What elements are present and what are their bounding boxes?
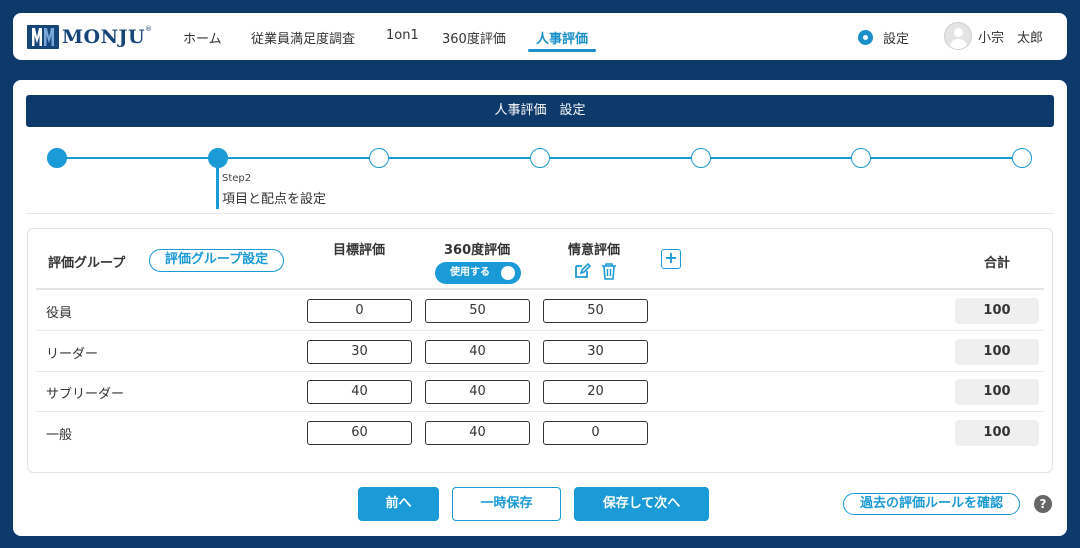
nav-item-home[interactable]: ホーム xyxy=(183,28,222,47)
nav-item-hr-evaluation[interactable]: 人事評価 xyxy=(536,28,588,47)
360-score-input[interactable]: 40 xyxy=(425,380,530,404)
360-score-input[interactable]: 50 xyxy=(425,299,530,323)
temp-save-button[interactable]: 一時保存 xyxy=(452,487,561,521)
column-header-goal-evaluation: 目標評価 xyxy=(333,243,386,258)
user-name: 小宗 太郎 xyxy=(978,30,1044,46)
row-total: 100 xyxy=(955,420,1039,446)
row-group-label: サブリーダー xyxy=(46,387,125,402)
total-column-header: 合計 xyxy=(984,256,1011,271)
avatar xyxy=(944,22,972,50)
step-4[interactable] xyxy=(530,148,550,168)
nav-item-1on1[interactable]: 1on1 xyxy=(386,28,419,43)
goal-score-input[interactable]: 40 xyxy=(307,380,412,404)
affective-score-input[interactable]: 20 xyxy=(543,380,648,404)
help-icon[interactable]: ? xyxy=(1034,495,1052,513)
nav-item-360-evaluation[interactable]: 360度評価 xyxy=(442,28,506,47)
current-step-marker xyxy=(216,167,219,209)
logo-text: MONJU xyxy=(62,26,146,48)
360-score-input[interactable]: 40 xyxy=(425,340,530,364)
row-group-label: 一般 xyxy=(46,428,73,443)
settings-link[interactable]: 設定 xyxy=(858,28,909,47)
step-5[interactable] xyxy=(691,148,711,168)
table-row: 役員 0 50 50 100 xyxy=(36,290,1044,331)
top-header: MONJU ® ホーム 従業員満足度調査 1on1 360度評価 人事評価 設定… xyxy=(13,13,1067,60)
stepper: Step2 項目と配点を設定 xyxy=(13,80,1067,215)
goal-score-input[interactable]: 0 xyxy=(307,299,412,323)
edit-icon[interactable] xyxy=(573,262,591,280)
table-row: サブリーダー 40 40 20 100 xyxy=(36,371,1044,412)
row-total: 100 xyxy=(955,298,1039,324)
step-6[interactable] xyxy=(851,148,871,168)
table-row: リーダー 30 40 30 100 xyxy=(36,331,1044,372)
affective-score-input[interactable]: 30 xyxy=(543,340,648,364)
step-2[interactable] xyxy=(208,148,228,168)
toggle-knob xyxy=(501,266,515,280)
main-panel: 人事評価 設定 Step2 項目と配点を設定 評価グループ 評価グループ設定 目… xyxy=(13,80,1067,536)
use-360-toggle[interactable]: 使用する xyxy=(435,262,521,284)
monju-logo[interactable]: MONJU ® xyxy=(27,24,152,50)
table-row: 一般 60 40 0 100 xyxy=(36,412,1044,453)
settings-label: 設定 xyxy=(883,32,910,47)
save-next-button[interactable]: 保存して次へ xyxy=(574,487,709,521)
gear-icon xyxy=(858,30,873,45)
past-rules-button[interactable]: 過去の評価ルールを確認 xyxy=(843,493,1020,515)
evaluation-table-card: 評価グループ 評価グループ設定 目標評価 360度評価 使用する 情意評価 + … xyxy=(27,228,1053,473)
step-3[interactable] xyxy=(369,148,389,168)
360-score-input[interactable]: 40 xyxy=(425,421,530,445)
group-column-header: 評価グループ xyxy=(48,256,126,271)
column-header-360-evaluation: 360度評価 xyxy=(444,243,511,258)
nav-item-satisfaction-survey[interactable]: 従業員満足度調査 xyxy=(251,28,355,47)
prev-button[interactable]: 前へ xyxy=(358,487,439,521)
logo-mark-icon xyxy=(27,25,59,49)
current-step-label: Step2 xyxy=(222,173,252,184)
active-nav-indicator xyxy=(528,49,596,52)
row-group-label: 役員 xyxy=(46,306,73,321)
section-divider xyxy=(26,213,1054,214)
row-total: 100 xyxy=(955,339,1039,365)
group-settings-button[interactable]: 評価グループ設定 xyxy=(149,249,284,272)
step-1[interactable] xyxy=(47,148,67,168)
goal-score-input[interactable]: 30 xyxy=(307,340,412,364)
column-header-affective-evaluation: 情意評価 xyxy=(568,243,621,258)
row-total: 100 xyxy=(955,379,1039,405)
trash-icon[interactable] xyxy=(601,262,617,280)
logo-registered-mark: ® xyxy=(145,25,153,33)
step-7[interactable] xyxy=(1012,148,1032,168)
row-group-label: リーダー xyxy=(46,347,99,362)
affective-score-input[interactable]: 50 xyxy=(543,299,648,323)
current-step-title: 項目と配点を設定 xyxy=(222,192,327,207)
goal-score-input[interactable]: 60 xyxy=(307,421,412,445)
user-menu[interactable]: 小宗 太郎 xyxy=(944,22,1043,50)
affective-score-input[interactable]: 0 xyxy=(543,421,648,445)
add-column-button[interactable]: + xyxy=(661,249,681,269)
toggle-label: 使用する xyxy=(450,267,490,278)
